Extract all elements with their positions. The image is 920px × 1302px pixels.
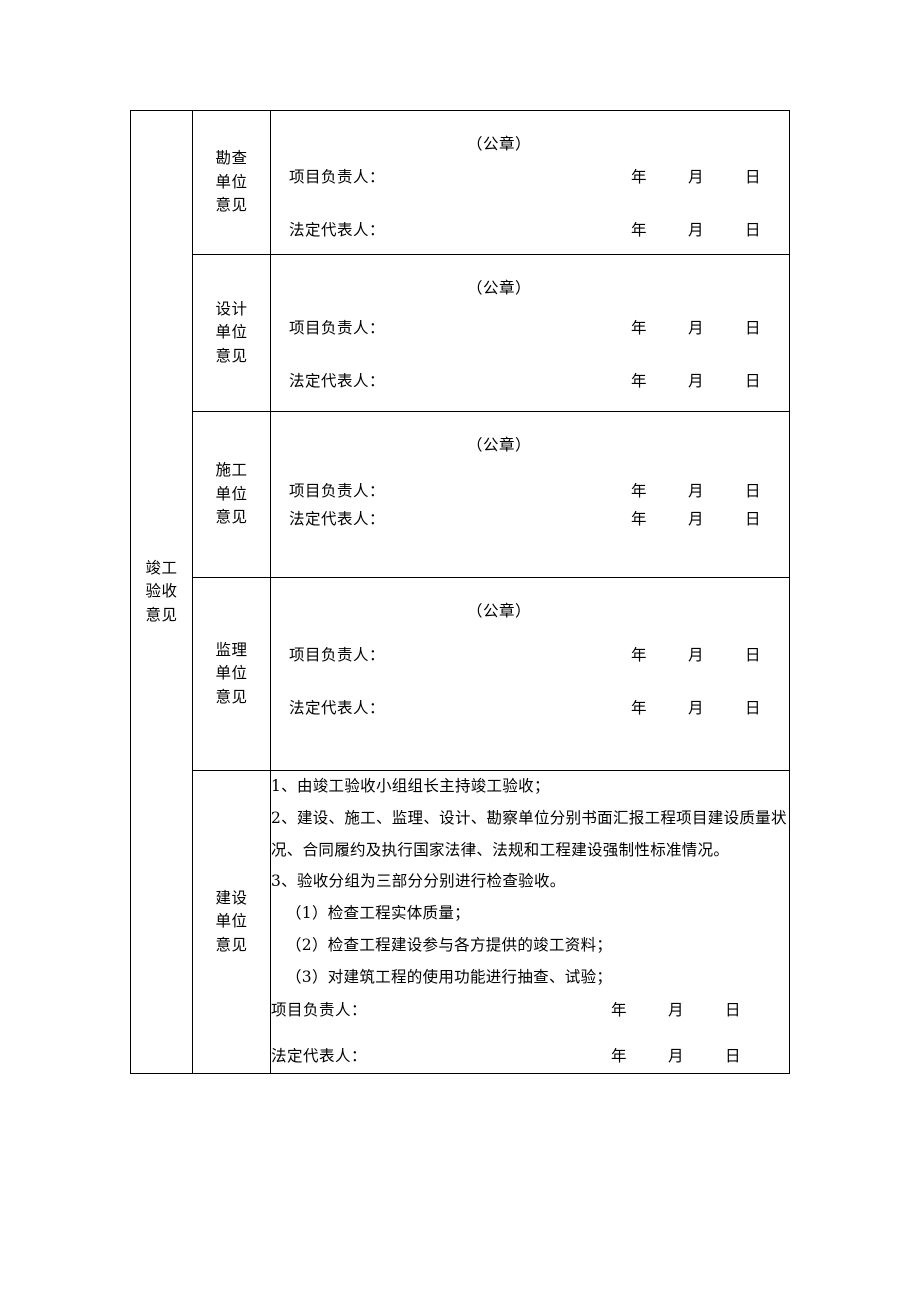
signature-row-project-leader: 项目负责人： 年 月 日 bbox=[271, 995, 759, 1027]
date-day: 日 bbox=[745, 319, 762, 337]
opinion-cell-contractor: （公章） 项目负责人： 年 月 日 法定代表人： 年 月 日 bbox=[270, 411, 790, 578]
signature-block-survey: 项目负责人： 年 月 日 法定代表人： 年 月 日 bbox=[271, 154, 789, 254]
signature-block-owner: 项目负责人： 年 月 日 法定代表人： 年 月 日 bbox=[271, 995, 789, 1073]
note-item-3: 3、验收分组为三部分分别进行检查验收。 bbox=[271, 872, 566, 891]
completion-acceptance-table: 竣工 验收 意见 勘查 单位 意见 （公章） 项目负责人： 年 月 日 法定代表… bbox=[130, 110, 790, 1074]
signature-row-project-leader: 项目负责人： 年 月 日 bbox=[289, 479, 779, 501]
date-month: 月 bbox=[688, 168, 705, 186]
date-month: 月 bbox=[688, 646, 705, 664]
date-year: 年 bbox=[611, 1001, 628, 1020]
unit-label-supervision: 监理 单位 意见 bbox=[192, 577, 271, 771]
table-row-design-unit: 设计 单位 意见 （公章） 项目负责人： 年 月 日 法定代表人： 年 月 日 bbox=[131, 254, 790, 412]
note-item-1: 1、由竣工验收小组组长主持竣工验收； bbox=[271, 777, 550, 795]
date-month: 月 bbox=[688, 510, 705, 528]
opinion-cell-owner: 1、由竣工验收小组组长主持竣工验收； 2、建设、施工、监理、设计、勘察单位分别书… bbox=[270, 770, 790, 1074]
date-year: 年 bbox=[631, 699, 648, 717]
signature-row-legal-representative: 法定代表人： 年 月 日 bbox=[289, 507, 779, 529]
date-year: 年 bbox=[631, 482, 648, 500]
legal-representative-label: 法定代表人： bbox=[289, 510, 386, 528]
seal-marker-contractor: （公章） bbox=[466, 436, 531, 454]
date-day: 日 bbox=[725, 1001, 742, 1020]
legal-representative-label: 法定代表人： bbox=[289, 372, 386, 390]
date-year: 年 bbox=[631, 646, 648, 664]
date-day: 日 bbox=[745, 482, 762, 500]
signature-row-project-leader: 项目负责人： 年 月 日 bbox=[289, 165, 779, 187]
signature-row-legal-representative: 法定代表人： 年 月 日 bbox=[289, 369, 779, 391]
date-day: 日 bbox=[745, 221, 762, 239]
signature-row-project-leader: 项目负责人： 年 月 日 bbox=[289, 643, 779, 665]
date-day: 日 bbox=[725, 1047, 742, 1066]
table-row-construction-contractor-unit: 施工 单位 意见 （公章） 项目负责人： 年 月 日 法定代表人： 年 月 日 bbox=[131, 411, 790, 578]
signature-block-design: 项目负责人： 年 月 日 法定代表人： 年 月 日 bbox=[271, 298, 789, 411]
date-year: 年 bbox=[611, 1047, 628, 1066]
project-leader-label: 项目负责人： bbox=[271, 1001, 368, 1020]
main-label-completion-acceptance: 竣工 验收 意见 bbox=[130, 110, 193, 1074]
date-day: 日 bbox=[745, 510, 762, 528]
legal-representative-label: 法定代表人： bbox=[271, 1047, 368, 1066]
note-subitem-1: （1）检查工程实体质量； bbox=[286, 904, 470, 923]
opinion-cell-survey: （公章） 项目负责人： 年 月 日 法定代表人： 年 月 日 bbox=[270, 110, 790, 255]
seal-marker-supervision: （公章） bbox=[466, 602, 531, 620]
table-row-supervision-unit: 监理 单位 意见 （公章） 项目负责人： 年 月 日 法定代表人： 年 月 日 bbox=[131, 577, 790, 771]
date-day: 日 bbox=[745, 372, 762, 390]
signature-block-contractor: 项目负责人： 年 月 日 法定代表人： 年 月 日 bbox=[271, 455, 789, 577]
date-year: 年 bbox=[631, 372, 648, 390]
date-year: 年 bbox=[631, 510, 648, 528]
date-month: 月 bbox=[668, 1047, 685, 1066]
unit-label-owner: 建设 单位 意见 bbox=[192, 770, 271, 1074]
unit-label-contractor: 施工 单位 意见 bbox=[192, 411, 271, 578]
table-row-survey-unit: 竣工 验收 意见 勘查 单位 意见 （公章） 项目负责人： 年 月 日 法定代表… bbox=[130, 110, 790, 1074]
seal-marker-survey: （公章） bbox=[466, 135, 531, 153]
signature-row-legal-representative: 法定代表人： 年 月 日 bbox=[289, 696, 779, 718]
opinion-cell-supervision: （公章） 项目负责人： 年 月 日 法定代表人： 年 月 日 bbox=[270, 577, 790, 771]
note-subitem-2: （2）检查工程建设参与各方提供的竣工资料； bbox=[286, 935, 613, 954]
date-month: 月 bbox=[688, 319, 705, 337]
date-year: 年 bbox=[631, 319, 648, 337]
date-day: 日 bbox=[745, 699, 762, 717]
date-month: 月 bbox=[688, 482, 705, 500]
signature-row-legal-representative: 法定代表人： 年 月 日 bbox=[271, 1041, 759, 1073]
legal-representative-label: 法定代表人： bbox=[289, 699, 386, 717]
project-leader-label: 项目负责人： bbox=[289, 646, 386, 664]
date-month: 月 bbox=[688, 372, 705, 390]
date-month: 月 bbox=[688, 699, 705, 717]
date-year: 年 bbox=[631, 168, 648, 186]
unit-label-design: 设计 单位 意见 bbox=[192, 254, 271, 412]
project-leader-label: 项目负责人： bbox=[289, 482, 386, 500]
signature-row-project-leader: 项目负责人： 年 月 日 bbox=[289, 316, 779, 338]
date-day: 日 bbox=[745, 646, 762, 664]
table-row-owner-unit: 建设 单位 意见 1、由竣工验收小组组长主持竣工验收； 2、建设、施工、监理、设… bbox=[131, 770, 790, 1074]
date-year: 年 bbox=[631, 221, 648, 239]
legal-representative-label: 法定代表人： bbox=[289, 221, 386, 239]
project-leader-label: 项目负责人： bbox=[289, 319, 386, 337]
signature-block-supervision: 项目负责人： 年 月 日 法定代表人： 年 月 日 bbox=[271, 621, 789, 770]
note-subitem-3: （3）对建筑工程的使用功能进行抽查、试验； bbox=[286, 967, 613, 986]
document-page: 竣工 验收 意见 勘查 单位 意见 （公章） 项目负责人： 年 月 日 法定代表… bbox=[0, 0, 920, 1302]
date-month: 月 bbox=[688, 221, 705, 239]
signature-row-legal-representative: 法定代表人： 年 月 日 bbox=[289, 218, 779, 240]
opinion-cell-design: （公章） 项目负责人： 年 月 日 法定代表人： 年 月 日 bbox=[270, 254, 790, 412]
note-item-2: 2、建设、施工、监理、设计、勘察单位分别书面汇报工程项目建设质量状况、合同履约及… bbox=[271, 808, 787, 859]
project-leader-label: 项目负责人： bbox=[289, 168, 386, 186]
seal-marker-design: （公章） bbox=[466, 279, 531, 297]
date-day: 日 bbox=[745, 168, 762, 186]
unit-label-survey: 勘查 单位 意见 bbox=[192, 110, 271, 255]
date-month: 月 bbox=[668, 1001, 685, 1020]
